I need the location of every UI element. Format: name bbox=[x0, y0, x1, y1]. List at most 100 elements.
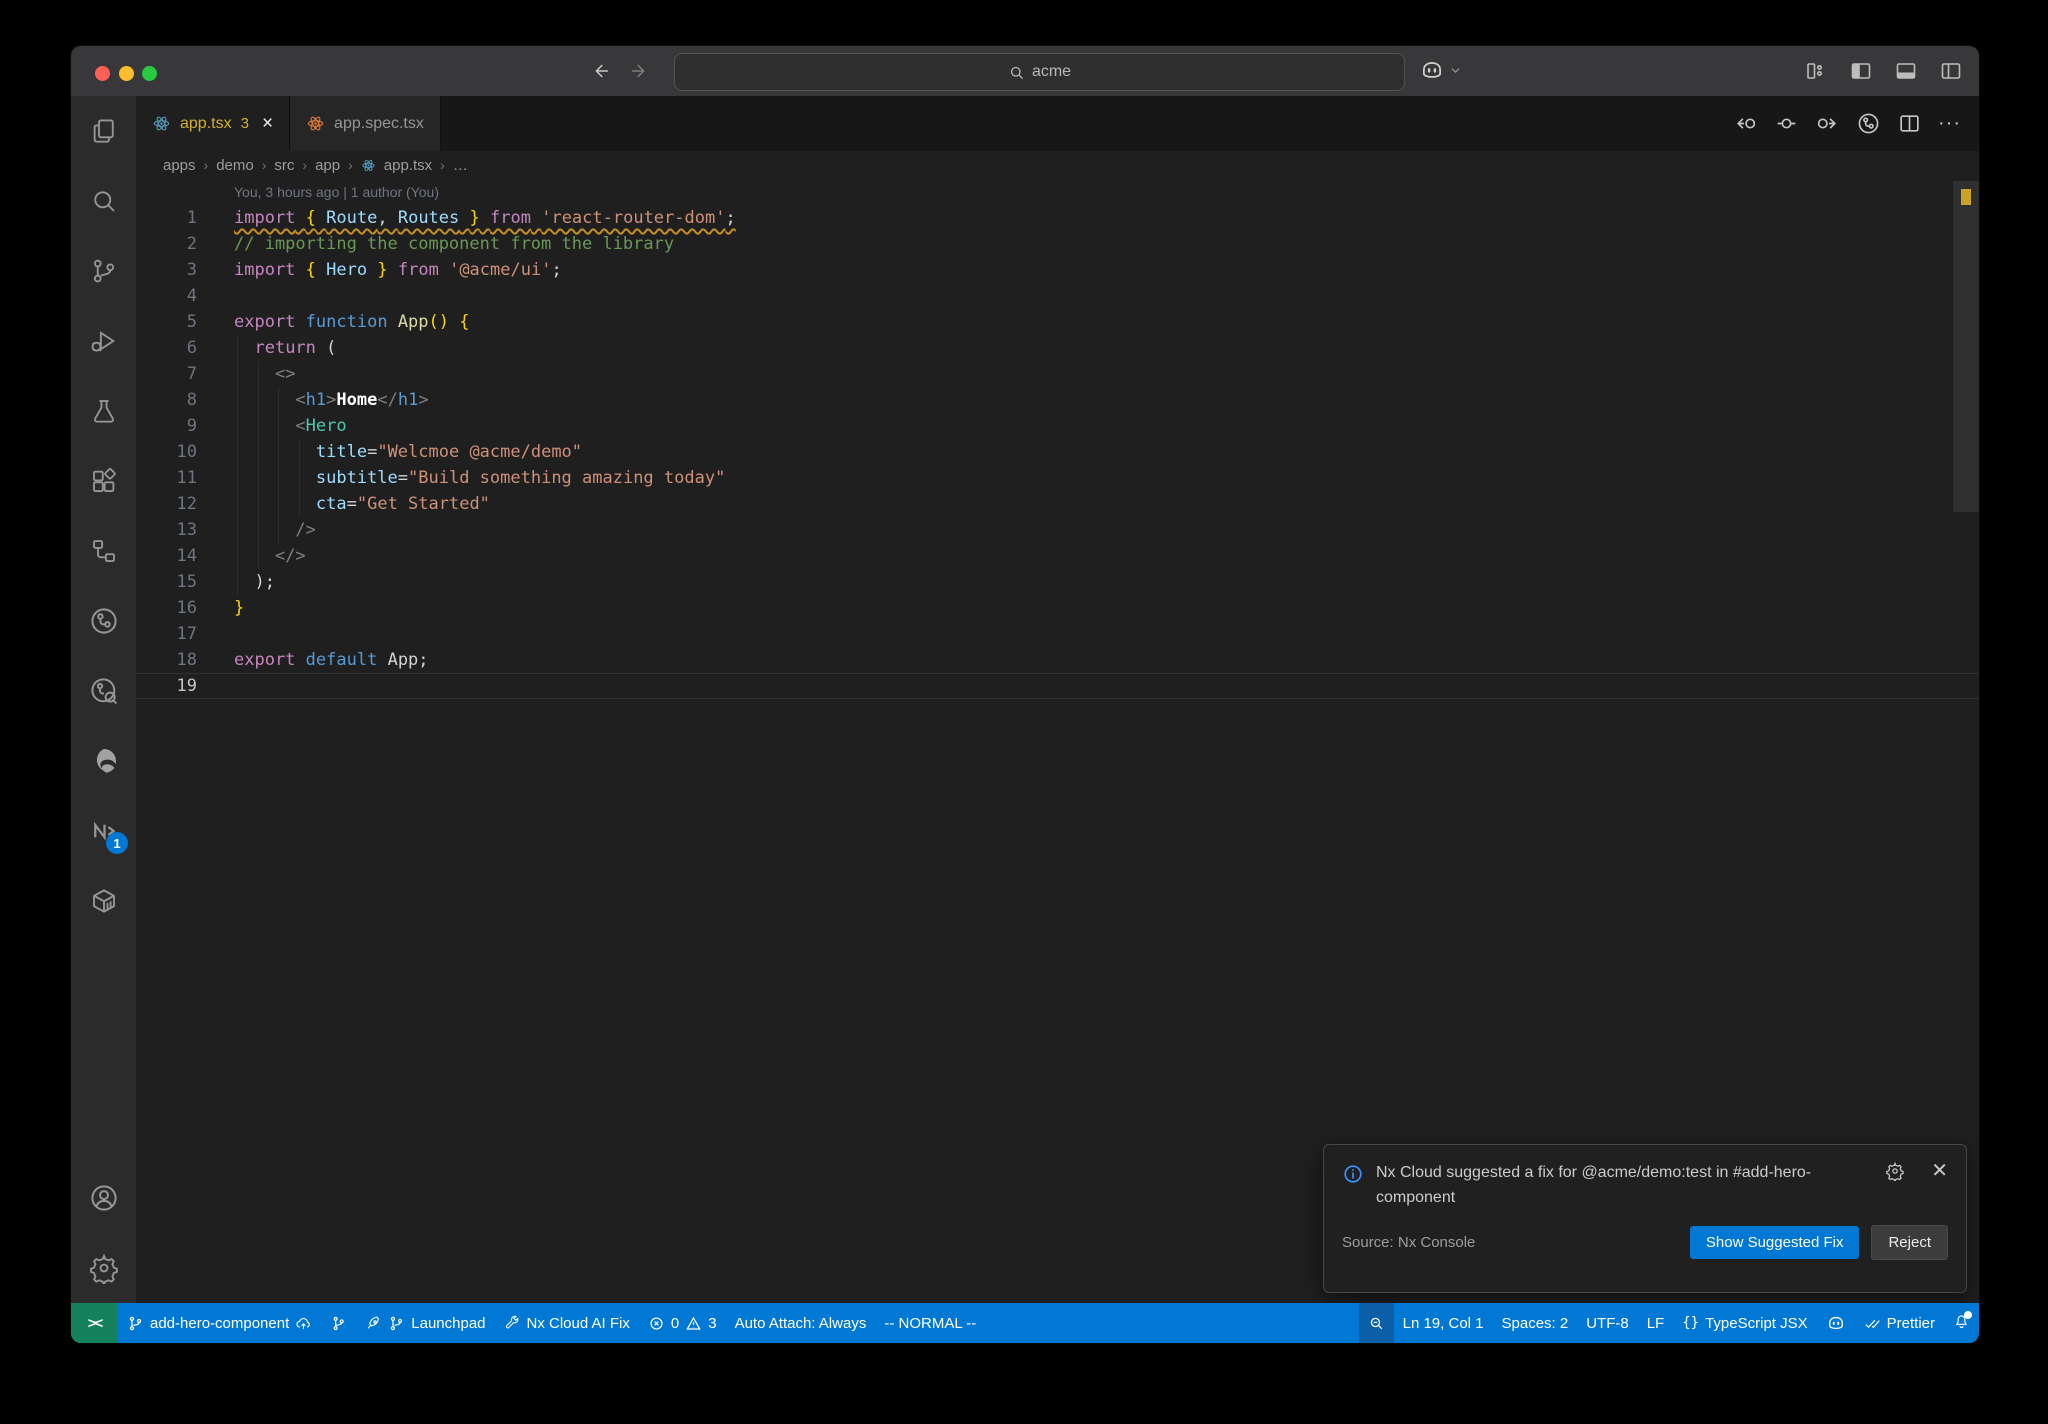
line-number[interactable]: 7 bbox=[136, 361, 197, 387]
code-line[interactable]: 7 <> bbox=[136, 361, 1979, 387]
code-text[interactable]: } bbox=[234, 595, 244, 621]
auto-attach-item[interactable]: Auto Attach: Always bbox=[726, 1303, 876, 1343]
nx-cloud-ai-fix-item[interactable]: Nx Cloud AI Fix bbox=[495, 1303, 639, 1343]
line-number[interactable]: 17 bbox=[136, 621, 197, 647]
zoom-item[interactable] bbox=[1358, 1303, 1394, 1343]
language-mode-item[interactable]: {} TypeScript JSX bbox=[1673, 1303, 1816, 1343]
show-suggested-fix-button[interactable]: Show Suggested Fix bbox=[1689, 1225, 1860, 1259]
code-text[interactable]: cta="Get Started" bbox=[234, 491, 490, 517]
sidebar-item-testing[interactable] bbox=[71, 376, 136, 446]
customize-layout-icon[interactable] bbox=[1804, 59, 1828, 83]
line-number[interactable]: 14 bbox=[136, 543, 197, 569]
code-line[interactable]: 15 ); bbox=[136, 569, 1979, 595]
open-changes-icon[interactable] bbox=[1774, 111, 1799, 136]
sidebar-item-explorer[interactable] bbox=[71, 96, 136, 166]
code-text[interactable]: export function App() { bbox=[234, 309, 470, 335]
breadcrumb-item[interactable]: app.tsx bbox=[384, 157, 432, 174]
code-text[interactable]: <h1>Home</h1> bbox=[234, 387, 428, 413]
tab-app-tsx[interactable]: app.tsx 3 × bbox=[136, 96, 291, 151]
line-number[interactable]: 13 bbox=[136, 517, 197, 543]
line-number[interactable]: 19 bbox=[136, 674, 197, 698]
code-line[interactable]: 19 bbox=[136, 673, 1979, 699]
code-line[interactable]: 5 export function App() { bbox=[136, 309, 1979, 335]
code-line[interactable]: 12 cta="Get Started" bbox=[136, 491, 1979, 517]
tab-app-spec-tsx[interactable]: app.spec.tsx bbox=[290, 96, 441, 151]
line-number[interactable]: 2 bbox=[136, 231, 197, 257]
account-button[interactable] bbox=[71, 1163, 136, 1233]
code-text[interactable]: <> bbox=[234, 361, 295, 387]
problems-item[interactable]: 0 3 bbox=[639, 1303, 726, 1343]
line-number[interactable]: 12 bbox=[136, 491, 197, 517]
encoding-item[interactable]: UTF-8 bbox=[1577, 1303, 1638, 1343]
code-text[interactable]: ); bbox=[234, 569, 274, 595]
code-text[interactable]: export default App; bbox=[234, 647, 429, 673]
cursor-position-item[interactable]: Ln 19, Col 1 bbox=[1394, 1303, 1493, 1343]
editor[interactable]: You, 3 hours ago | 1 author (You) 1 impor… bbox=[136, 179, 1979, 1303]
formatter-item[interactable]: Prettier bbox=[1855, 1303, 1944, 1343]
navigate-forward-button[interactable] bbox=[627, 58, 653, 84]
code-line[interactable]: 1 import { Route, Routes } from 'react-ro… bbox=[136, 205, 1979, 231]
indentation-item[interactable]: Spaces: 2 bbox=[1493, 1303, 1578, 1343]
breadcrumb-item[interactable]: demo bbox=[216, 157, 254, 174]
line-number[interactable]: 11 bbox=[136, 465, 197, 491]
settings-button[interactable] bbox=[71, 1233, 136, 1303]
sidebar-item-nx-console[interactable]: 1 bbox=[71, 796, 136, 866]
code-text[interactable]: subtitle="Build something amazing today" bbox=[234, 465, 725, 491]
code-text[interactable]: import { Hero } from '@acme/ui'; bbox=[234, 257, 562, 283]
remote-indicator[interactable]: >< bbox=[71, 1303, 118, 1343]
sidebar-item-edge-tools[interactable] bbox=[71, 726, 136, 796]
code-line[interactable]: 3 import { Hero } from '@acme/ui'; bbox=[136, 257, 1979, 283]
sidebar-item-search[interactable] bbox=[71, 166, 136, 236]
line-number[interactable]: 3 bbox=[136, 257, 197, 283]
code-line[interactable]: 10 title="Welcmoe @acme/demo" bbox=[136, 439, 1979, 465]
line-number[interactable]: 15 bbox=[136, 569, 197, 595]
navigate-back-button[interactable] bbox=[587, 58, 613, 84]
toggle-secondary-sidebar-icon[interactable] bbox=[1939, 59, 1963, 83]
line-number[interactable]: 1 bbox=[136, 205, 197, 231]
breadcrumb-item[interactable]: … bbox=[453, 157, 468, 174]
pipeline-status-item[interactable] bbox=[321, 1303, 356, 1343]
sidebar-item-gitlens-inspect[interactable] bbox=[71, 656, 136, 726]
maximize-window-button[interactable] bbox=[142, 66, 157, 81]
notification-settings-gear-icon[interactable] bbox=[1885, 1161, 1905, 1185]
eol-item[interactable]: LF bbox=[1638, 1303, 1674, 1343]
next-change-icon[interactable] bbox=[1815, 111, 1840, 136]
breadcrumb-item[interactable]: app bbox=[315, 157, 340, 174]
vim-mode-item[interactable]: -- NORMAL -- bbox=[875, 1303, 985, 1343]
scrollbar-thumb[interactable] bbox=[1953, 181, 1979, 512]
close-tab-icon[interactable]: × bbox=[262, 113, 273, 135]
sidebar-item-source-control[interactable] bbox=[71, 236, 136, 306]
line-number[interactable]: 10 bbox=[136, 439, 197, 465]
breadcrumb-item[interactable]: src bbox=[274, 157, 294, 174]
code-text[interactable]: // importing the component from the libr… bbox=[234, 231, 674, 257]
reject-button[interactable]: Reject bbox=[1871, 1224, 1948, 1260]
code-text[interactable]: import { Route, Routes } from 'react-rou… bbox=[234, 205, 736, 231]
code-line[interactable]: 17 bbox=[136, 621, 1979, 647]
git-blame-annotation[interactable]: You, 3 hours ago | 1 author (You) bbox=[136, 179, 1979, 205]
code-line[interactable]: 13 /> bbox=[136, 517, 1979, 543]
command-center-search[interactable]: acme bbox=[674, 53, 1405, 91]
code-line[interactable]: 16} bbox=[136, 595, 1979, 621]
line-number[interactable]: 5 bbox=[136, 309, 197, 335]
minimize-window-button[interactable] bbox=[119, 66, 134, 81]
code-line[interactable]: 14 </> bbox=[136, 543, 1979, 569]
toggle-primary-sidebar-icon[interactable] bbox=[1849, 59, 1873, 83]
sidebar-item-hierarchy[interactable] bbox=[71, 516, 136, 586]
notification-close-icon[interactable]: ✕ bbox=[1931, 1161, 1948, 1181]
code-line[interactable]: 11 subtitle="Build something amazing tod… bbox=[136, 465, 1979, 491]
sidebar-item-extensions[interactable] bbox=[71, 446, 136, 516]
code-line[interactable]: 9 <Hero bbox=[136, 413, 1979, 439]
line-number[interactable]: 8 bbox=[136, 387, 197, 413]
code-line[interactable]: 2 // importing the component from the lib… bbox=[136, 231, 1979, 257]
code-line[interactable]: 4 bbox=[136, 283, 1979, 309]
copilot-menu[interactable] bbox=[1419, 57, 1462, 83]
previous-change-icon[interactable] bbox=[1733, 111, 1758, 136]
sidebar-item-commit-graph[interactable] bbox=[71, 586, 136, 656]
split-editor-icon[interactable] bbox=[1897, 111, 1922, 136]
code-line[interactable]: 18 export default App; bbox=[136, 647, 1979, 673]
toggle-panel-icon[interactable] bbox=[1894, 59, 1918, 83]
code-text[interactable]: </> bbox=[234, 543, 306, 569]
code-line[interactable]: 8 <h1>Home</h1> bbox=[136, 387, 1979, 413]
git-branch-item[interactable]: add-hero-component bbox=[118, 1303, 321, 1343]
code-text[interactable]: /> bbox=[234, 517, 315, 543]
